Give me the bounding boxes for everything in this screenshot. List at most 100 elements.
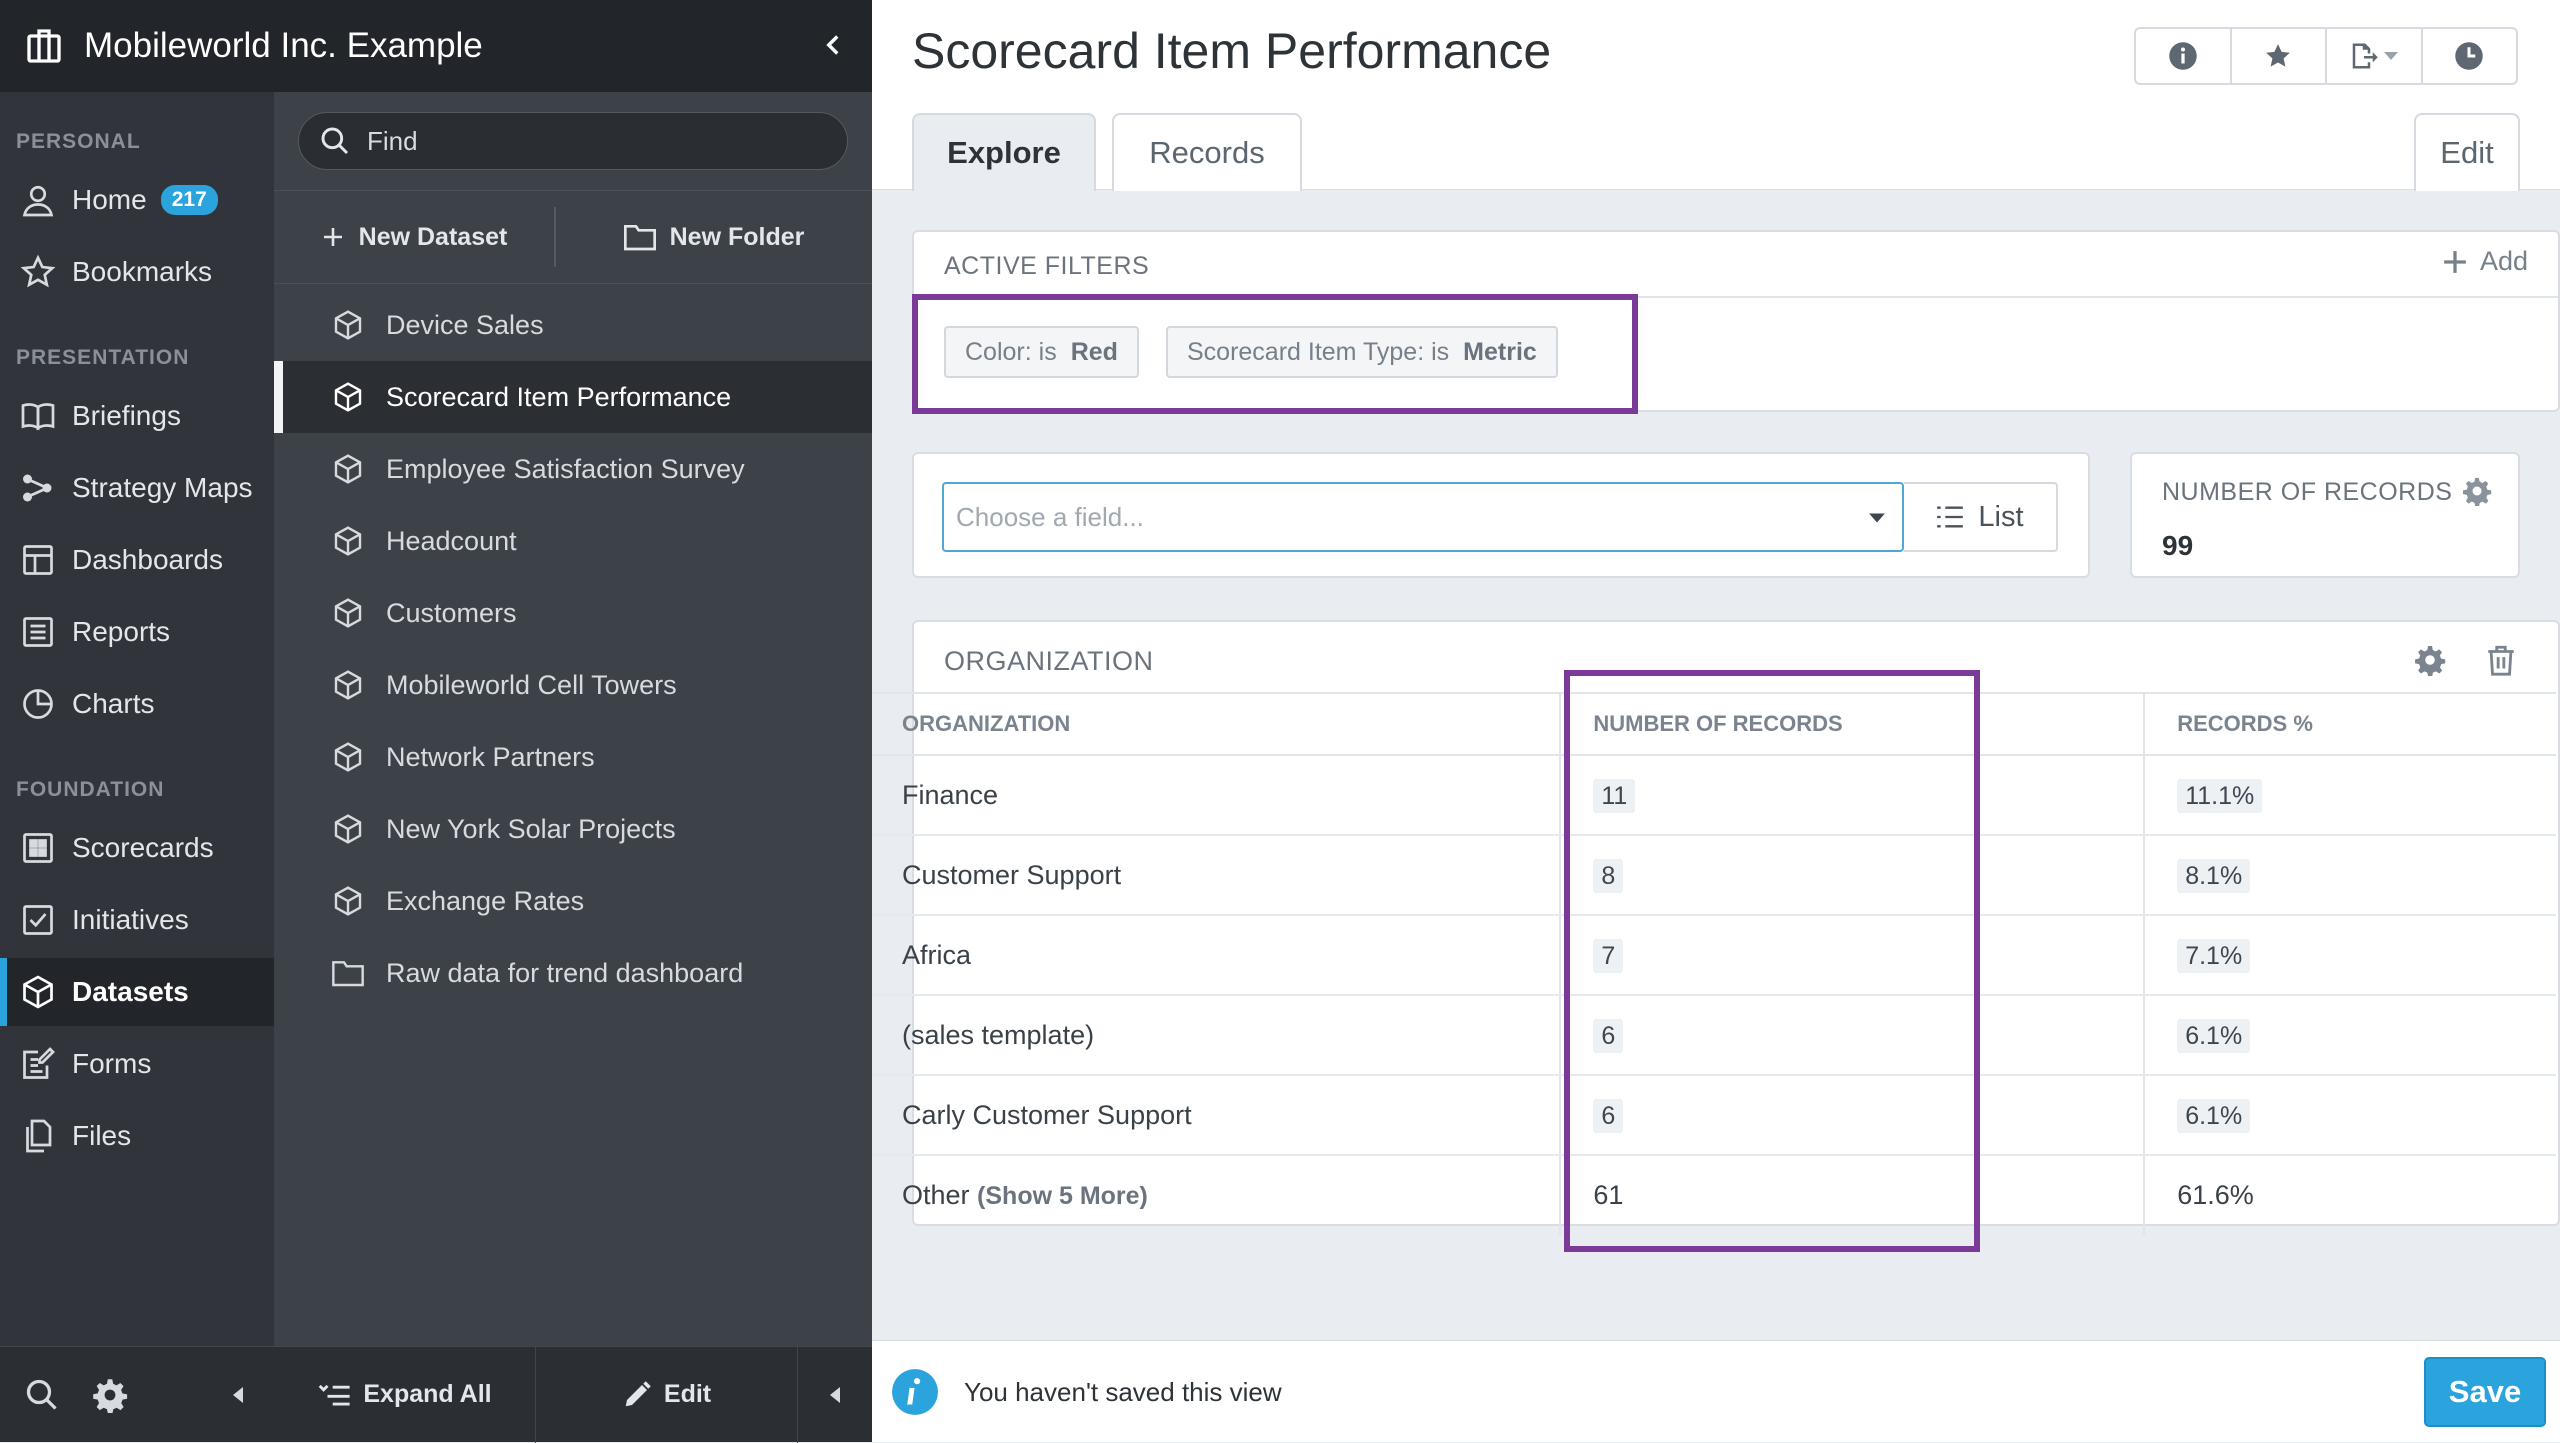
book-icon [21, 403, 55, 431]
nav-item-dashboards[interactable]: Dashboards [0, 526, 274, 594]
checkbox-icon [23, 905, 53, 935]
nav-item-label: Home [72, 184, 147, 215]
tab-records[interactable]: Records [1112, 113, 1302, 191]
nav-item-strategy-maps[interactable]: Strategy Maps [0, 454, 274, 522]
add-filter-button[interactable]: Add [2442, 246, 2528, 277]
cell-percent: 6.1% [2177, 1098, 2251, 1133]
column-header-organization[interactable]: ORGANIZATION [872, 692, 1561, 756]
folder-label: Raw data for trend dashboard [386, 957, 744, 988]
gear-icon[interactable] [2414, 644, 2446, 676]
main-content: Scorecard Item Performance Explore Recor… [872, 0, 2560, 1442]
expand-list-icon [319, 1384, 350, 1406]
highlight-box-records-column [1564, 670, 1980, 1252]
scorecard-icon [23, 833, 53, 863]
search-input[interactable] [365, 124, 785, 158]
nav-item-datasets[interactable]: Datasets [0, 958, 274, 1026]
report-icon [23, 617, 53, 647]
nav-item-label: Forms [72, 1048, 152, 1079]
add-filter-label: Add [2479, 246, 2528, 276]
search-box[interactable] [298, 112, 848, 170]
export-button[interactable] [2327, 29, 2423, 83]
tab-explore[interactable]: Explore [912, 113, 1096, 191]
dataset-item-customers[interactable]: Customers [274, 577, 872, 649]
info-button[interactable] [2136, 29, 2232, 83]
edit-panel-button[interactable]: Edit [536, 1346, 798, 1443]
collapse-panel-button[interactable] [798, 1347, 872, 1443]
expand-all-button[interactable]: Expand All [274, 1346, 536, 1443]
dataset-label: Employee Satisfaction Survey [386, 453, 745, 484]
cell-organization: (sales template) [872, 995, 1561, 1076]
status-bar: You haven't saved this view Save [872, 1340, 2560, 1442]
list-view-button[interactable]: List [1904, 482, 2058, 552]
dataset-item-device-sales[interactable]: Device Sales [274, 289, 872, 361]
nav-item-charts[interactable]: Charts [0, 670, 274, 738]
active-filters-title: ACTIVE FILTERS [944, 252, 1150, 280]
nav-item-bookmarks[interactable]: Bookmarks [0, 238, 274, 306]
cell-percent: 6.1% [2177, 1018, 2251, 1053]
dataset-item-employee-satisfaction-survey[interactable]: Employee Satisfaction Survey [274, 433, 872, 505]
nav-item-reports[interactable]: Reports [0, 598, 274, 666]
save-button[interactable]: Save [2424, 1357, 2546, 1427]
cell-organization: Africa [872, 915, 1561, 996]
nav-section-presentation: PRESENTATION [16, 346, 190, 369]
chevron-left-icon[interactable] [816, 28, 850, 62]
main-navigation: PERSONAL Home 217 Bookmarks PRESENTATION… [0, 0, 274, 1442]
list-view-label: List [1978, 500, 2024, 533]
cube-icon [334, 814, 362, 844]
gear-icon[interactable] [92, 1377, 128, 1413]
field-select[interactable]: Choose a field... [942, 482, 1904, 552]
search-icon[interactable] [24, 1377, 60, 1413]
tab-edit[interactable]: Edit [2414, 113, 2520, 191]
cell-organization: Finance [872, 755, 1561, 836]
dataset-item-mobileworld-cell-towers[interactable]: Mobileworld Cell Towers [274, 649, 872, 721]
new-folder-button[interactable]: New Folder [556, 190, 872, 284]
cell-percent: 8.1% [2177, 858, 2251, 893]
new-dataset-label: New Dataset [358, 222, 508, 251]
dashboard-icon [23, 545, 53, 575]
dataset-label: Mobileworld Cell Towers [386, 669, 677, 700]
new-dataset-button[interactable]: New Dataset [274, 190, 554, 284]
dataset-label: Customers [386, 597, 517, 628]
nav-item-home[interactable]: Home 217 [0, 166, 274, 234]
nav-item-briefings[interactable]: Briefings [0, 382, 274, 450]
nav-item-scorecards[interactable]: Scorecards [0, 814, 274, 882]
folder-item-raw-data[interactable]: Raw data for trend dashboard [274, 937, 872, 1009]
folder-icon [623, 225, 656, 251]
organization-bar: Mobileworld Inc. Example [0, 0, 872, 92]
bookmark-button[interactable] [2232, 29, 2327, 83]
gear-icon[interactable] [2462, 476, 2492, 506]
highlight-box-filters [912, 294, 1638, 414]
show-more-link[interactable]: (Show 5 More) [977, 1182, 1148, 1210]
nav-item-initiatives[interactable]: Initiatives [0, 886, 274, 954]
cube-icon [334, 886, 362, 916]
dataset-item-network-partners[interactable]: Network Partners [274, 721, 872, 793]
cell-percent: 61.6% [2177, 1180, 2254, 1210]
cube-icon [334, 742, 362, 772]
pencil-icon [625, 1380, 651, 1406]
history-button[interactable] [2423, 29, 2517, 83]
trash-icon[interactable] [2484, 642, 2518, 678]
collapse-left-icon[interactable] [228, 1385, 248, 1405]
notification-badge: 217 [160, 185, 218, 215]
organization-name[interactable]: Mobileworld Inc. Example [84, 26, 483, 66]
nav-item-label: Files [72, 1120, 132, 1151]
nav-item-forms[interactable]: Forms [0, 1030, 274, 1098]
nav-item-label: Charts [72, 688, 155, 719]
dataset-item-exchange-rates[interactable]: Exchange Rates [274, 865, 872, 937]
field-chooser-card: Choose a field... List [912, 452, 2090, 578]
dataset-item-scorecard-item-performance[interactable]: Scorecard Item Performance [274, 361, 872, 433]
column-header-records-percent[interactable]: RECORDS % [2143, 692, 2556, 756]
cube-icon [334, 454, 362, 484]
cube-icon [334, 382, 362, 412]
nav-item-label: Datasets [72, 976, 189, 1007]
dataset-item-headcount[interactable]: Headcount [274, 505, 872, 577]
dataset-label: Network Partners [386, 741, 595, 772]
collapse-left-icon [830, 1386, 840, 1403]
star-icon [20, 254, 56, 288]
nav-item-label: Bookmarks [72, 256, 213, 287]
dataset-item-new-york-solar-projects[interactable]: New York Solar Projects [274, 793, 872, 865]
dataset-label: Headcount [386, 525, 517, 556]
nav-item-files[interactable]: Files [0, 1102, 274, 1170]
panel-footer: Expand All Edit [274, 1346, 872, 1443]
export-icon [2352, 43, 2378, 69]
